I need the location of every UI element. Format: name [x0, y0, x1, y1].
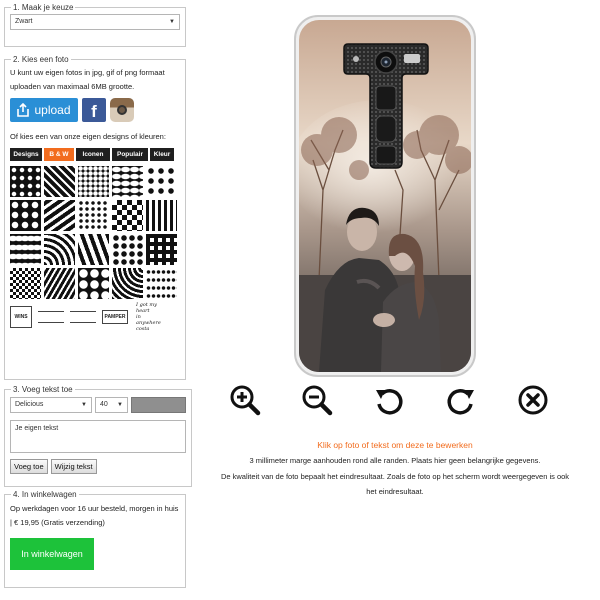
script-line: I got my heart: [136, 302, 157, 314]
pattern-tile[interactable]: [78, 234, 109, 265]
pattern-grid: [10, 166, 180, 299]
upload-button[interactable]: upload: [10, 98, 78, 122]
upload-icon: [17, 103, 30, 117]
quality-notice: De kwaliteit van de foto bepaalt het ein…: [220, 472, 570, 481]
pattern-tile[interactable]: [112, 234, 143, 265]
add-to-cart-button[interactable]: In winkelwagen: [10, 538, 94, 570]
edit-hint: Klik op foto of tekst om deze te bewerke…: [317, 440, 473, 450]
instagram-icon: [117, 105, 127, 115]
facebook-button[interactable]: f: [82, 98, 106, 122]
rotate-right-button[interactable]: [444, 383, 478, 417]
tab-bw[interactable]: B & W: [44, 148, 74, 161]
design-logos: WINS PAMPER I got my heart in anywhere c…: [10, 302, 180, 332]
pattern-tile[interactable]: [112, 166, 143, 197]
rotate-right-icon: [447, 389, 474, 415]
text-panel: 3. Voeg tekst toe Delicious ▼ 40 ▼ Je ei…: [4, 385, 192, 487]
font-size-value: 40: [100, 401, 108, 408]
pattern-tile[interactable]: [78, 200, 109, 231]
pattern-tile[interactable]: [78, 166, 109, 197]
panel-legend: 4. In winkelwagen: [13, 490, 77, 499]
select-value: Zwart: [15, 18, 33, 25]
upload-label: upload: [34, 103, 71, 117]
delete-button[interactable]: [516, 383, 550, 417]
facebook-icon: f: [91, 102, 97, 121]
pattern-tile[interactable]: [146, 234, 177, 265]
text-placeholder: Je eigen tekst: [15, 425, 59, 432]
text-color-swatch[interactable]: [131, 397, 186, 413]
design-logo-tile[interactable]: WINS: [10, 306, 32, 328]
cart-panel: 4. In winkelwagen Op werkdagen voor 16 u…: [4, 490, 186, 588]
rotate-left-icon: [376, 389, 403, 415]
pattern-tile[interactable]: [112, 268, 143, 299]
tab-designs[interactable]: Designs: [10, 148, 42, 161]
chevron-down-icon: ▼: [117, 402, 123, 408]
phone-case-preview: [294, 15, 476, 377]
design-logo-script[interactable]: I got my heart in anywhere costa: [134, 302, 164, 332]
zoom-out-button[interactable]: [300, 383, 334, 417]
font-select[interactable]: Delicious ▼: [10, 397, 92, 413]
pattern-tile[interactable]: [146, 166, 177, 197]
pattern-tile[interactable]: [146, 200, 177, 231]
custom-text-input[interactable]: Je eigen tekst: [10, 420, 186, 453]
font-value: Delicious: [15, 401, 44, 408]
pattern-tile[interactable]: [44, 268, 75, 299]
camera-module: [343, 43, 429, 169]
margin-notice: 3 millimeter marge aanhouden rond alle r…: [249, 456, 541, 465]
photo-panel: 2. Kies een foto U kunt uw eigen fotos i…: [4, 55, 186, 380]
instagram-button[interactable]: [110, 98, 134, 122]
tab-iconen[interactable]: Iconen: [76, 148, 110, 161]
pattern-tile[interactable]: [44, 200, 75, 231]
design-logo-tile[interactable]: PAMPER: [102, 310, 128, 324]
pattern-tile[interactable]: [146, 268, 177, 299]
design-logo-tile[interactable]: [38, 311, 64, 323]
chevron-down-icon: ▼: [81, 402, 87, 408]
design-logo-tile[interactable]: [70, 311, 96, 323]
panel-legend: 1. Maak je keuze: [13, 3, 74, 12]
chevron-down-icon: ▼: [169, 19, 175, 25]
designs-intro: Of kies een van onze eigen designs of kl…: [10, 132, 166, 141]
rotate-left-button[interactable]: [372, 383, 406, 417]
pattern-tile[interactable]: [44, 166, 75, 197]
pattern-tile[interactable]: [112, 200, 143, 231]
pattern-tile[interactable]: [10, 268, 41, 299]
pattern-tile[interactable]: [78, 268, 109, 299]
tab-populair[interactable]: Populair: [112, 148, 148, 161]
pattern-tile[interactable]: [44, 234, 75, 265]
zoom-in-icon: [230, 385, 261, 416]
panel-legend: 2. Kies een foto: [13, 55, 69, 64]
zoom-in-button[interactable]: [228, 383, 262, 417]
pattern-tile[interactable]: [10, 200, 41, 231]
edit-text-button[interactable]: Wijzig tekst: [50, 459, 97, 474]
panel-legend: 3. Voeg tekst toe: [13, 385, 73, 394]
zoom-out-icon: [302, 385, 333, 416]
pattern-tile[interactable]: [10, 166, 41, 197]
tab-kleur[interactable]: Kleur: [150, 148, 174, 161]
upload-intro: U kunt uw eigen fotos in jpg, gif of png…: [10, 68, 165, 91]
font-size-select[interactable]: 40 ▼: [95, 397, 128, 413]
delete-icon: [518, 385, 548, 415]
choose-panel: 1. Maak je keuze Zwart ▼: [4, 3, 186, 47]
edit-toolbar: [228, 383, 550, 417]
script-line: in anywhere costa: [136, 314, 161, 332]
design-tabs: Designs B & W Iconen Populair Kleur: [10, 148, 180, 161]
add-text-button[interactable]: Voeg toe: [10, 459, 48, 474]
quality-notice-end: het eindresultaat.: [366, 487, 424, 496]
delivery-info: Op werkdagen voor 16 uur besteld, morgen…: [10, 504, 179, 527]
color-select[interactable]: Zwart ▼: [10, 14, 180, 30]
pattern-tile[interactable]: [10, 234, 41, 265]
